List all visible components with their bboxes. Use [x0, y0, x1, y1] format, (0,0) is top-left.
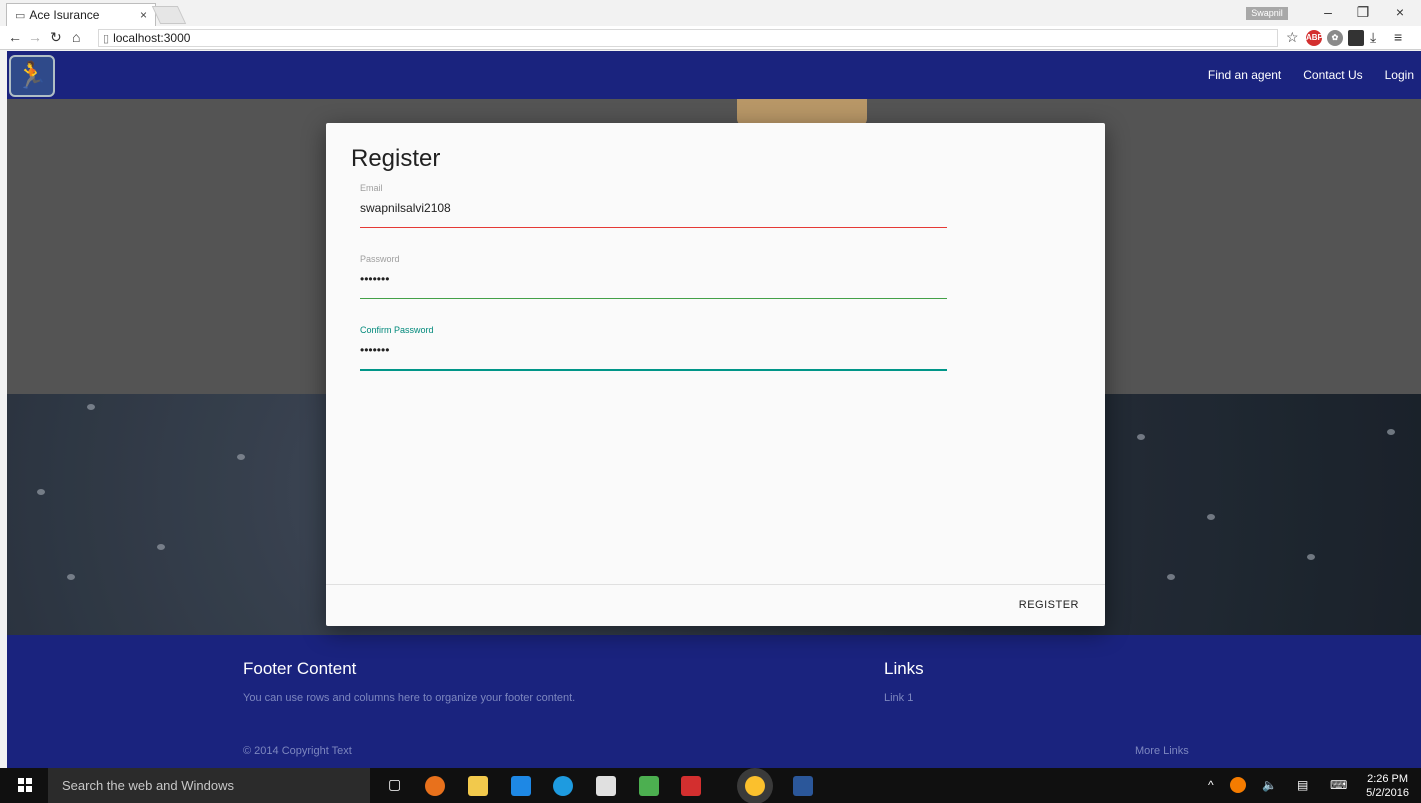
task-view-icon[interactable]: ▢: [388, 776, 401, 793]
tab-title: Ace Isurance: [29, 8, 100, 22]
dialog-title: Register: [351, 145, 441, 172]
clock-date: 5/2/2016: [1366, 787, 1409, 799]
nav-login[interactable]: Login: [1385, 68, 1414, 82]
confirm-password-underline: [360, 369, 947, 371]
email-label: Email: [360, 183, 383, 193]
taskbar-clock[interactable]: 2:26 PM 5/2/2016: [1366, 772, 1409, 800]
password-label: Password: [360, 254, 400, 264]
firefox-icon[interactable]: [425, 776, 445, 796]
action-center-icon[interactable]: ▤: [1297, 778, 1308, 792]
new-tab-button[interactable]: [151, 6, 187, 24]
confirm-password-label: Confirm Password: [360, 325, 434, 335]
chrome-icon[interactable]: [745, 776, 765, 796]
word-icon[interactable]: [793, 776, 813, 796]
email-input[interactable]: swapnilsalvi2108: [360, 201, 947, 217]
address-url: localhost:3000: [113, 31, 191, 45]
windows-taskbar: Search the web and Windows ▢ ^ 🔈 ▤ ⌨ 2:2…: [0, 768, 1421, 803]
tray-chevron-up-icon[interactable]: ^: [1208, 778, 1214, 792]
register-dialog: Register Email swapnilsalvi2108 Password…: [326, 123, 1105, 626]
taskbar-search-box[interactable]: Search the web and Windows: [48, 768, 370, 803]
network-app-icon[interactable]: [639, 776, 659, 796]
close-window-icon[interactable]: ×: [1390, 4, 1410, 20]
footer-title: Footer Content: [243, 659, 357, 678]
home-icon[interactable]: ⌂: [72, 29, 80, 45]
page-favicon-icon: ▭: [15, 9, 26, 22]
confirm-password-field[interactable]: Confirm Password •••••••: [360, 325, 947, 371]
address-bar[interactable]: ▯ localhost:3000: [98, 29, 1278, 47]
minimize-icon[interactable]: –: [1318, 4, 1338, 20]
filezilla-icon[interactable]: [681, 776, 701, 796]
email-field[interactable]: Email swapnilsalvi2108: [360, 183, 947, 228]
browser-tab-strip: ▭ Ace Isurance × Swapnil – ❐ ×: [0, 0, 1421, 26]
restore-icon[interactable]: ❐: [1353, 4, 1373, 21]
password-field[interactable]: Password •••••••: [360, 254, 947, 299]
back-icon[interactable]: ←: [8, 29, 22, 45]
app-blue-icon[interactable]: [511, 776, 531, 796]
download-icon[interactable]: ⤓: [1370, 29, 1376, 46]
nav-contact-us[interactable]: Contact Us: [1303, 68, 1362, 82]
email-underline: [360, 227, 947, 228]
extension-gear-icon[interactable]: ✿: [1327, 30, 1343, 46]
footer-text: You can use rows and columns here to org…: [243, 692, 576, 704]
menu-icon[interactable]: ≡: [1394, 29, 1402, 45]
tab-close-icon[interactable]: ×: [140, 8, 147, 22]
footer-copyright: © 2014 Copyright Text: [243, 745, 352, 757]
profile-button[interactable]: Swapnil: [1246, 7, 1288, 20]
windows-start-icon[interactable]: [18, 778, 32, 792]
browser-toolbar: ← → ↻ ⌂ ▯ localhost:3000 ☆ ABP ✿ ⤓ ≡: [0, 26, 1421, 50]
file-explorer-icon[interactable]: [468, 776, 488, 796]
forward-icon[interactable]: →: [28, 29, 42, 45]
nav-find-agent[interactable]: Find an agent: [1208, 68, 1281, 82]
keyboard-icon[interactable]: ⌨: [1330, 778, 1347, 792]
footer-more-links[interactable]: More Links: [1135, 745, 1189, 757]
password-underline: [360, 298, 947, 299]
site-navbar: 🏃 Find an agent Contact Us Login: [7, 51, 1421, 99]
confirm-password-input[interactable]: •••••••: [360, 343, 947, 359]
extension-square-icon[interactable]: [1348, 30, 1364, 46]
volume-icon[interactable]: 🔈: [1262, 778, 1277, 792]
reload-icon[interactable]: ↻: [50, 29, 62, 46]
password-input[interactable]: •••••••: [360, 272, 947, 288]
tray-app-icon[interactable]: [1230, 777, 1246, 793]
register-button[interactable]: REGISTER: [1019, 599, 1079, 611]
virtualbox-icon[interactable]: [596, 776, 616, 796]
bookmark-star-icon[interactable]: ☆: [1286, 29, 1299, 46]
footer-links-title: Links: [884, 659, 924, 678]
site-logo-runner-icon[interactable]: 🏃: [9, 55, 55, 97]
browser-tab[interactable]: ▭ Ace Isurance ×: [6, 3, 156, 26]
adblock-icon[interactable]: ABP: [1306, 30, 1323, 46]
skype-icon[interactable]: [553, 776, 573, 796]
site-footer: Footer Content You can use rows and colu…: [7, 635, 1421, 768]
footer-link-1[interactable]: Link 1: [884, 692, 913, 704]
clock-time: 2:26 PM: [1367, 773, 1409, 785]
nav-links: Find an agent Contact Us Login: [1193, 51, 1421, 99]
page-info-icon: ▯: [103, 32, 110, 45]
dialog-actions-divider: [326, 584, 1105, 585]
